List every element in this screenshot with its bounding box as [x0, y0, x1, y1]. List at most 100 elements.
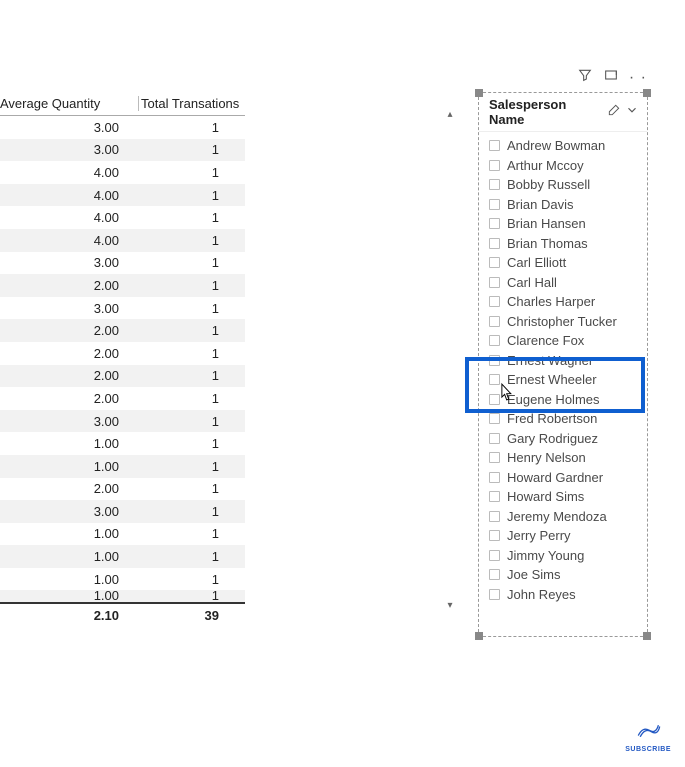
- slicer-item[interactable]: Christopher Tucker: [489, 312, 647, 332]
- slicer-item[interactable]: Jimmy Young: [489, 546, 647, 566]
- checkbox[interactable]: [489, 433, 500, 444]
- checkbox[interactable]: [489, 550, 500, 561]
- table-row[interactable]: 4.001: [0, 184, 245, 207]
- slicer-panel[interactable]: · · Salesperson Name Andrew BowmanArthur…: [478, 92, 648, 637]
- slicer-item-label: Andrew Bowman: [507, 138, 605, 153]
- table-row[interactable]: 2.001: [0, 365, 245, 388]
- table-totals: 2.10 39: [0, 602, 245, 626]
- checkbox[interactable]: [489, 238, 500, 249]
- checkbox[interactable]: [489, 569, 500, 580]
- table-row[interactable]: 4.001: [0, 229, 245, 252]
- column-header-avg-qty[interactable]: Average Quantity: [0, 96, 138, 111]
- cell-avg-qty: 3.00: [0, 120, 127, 135]
- slicer-item[interactable]: Carl Elliott: [489, 253, 647, 273]
- slicer-item[interactable]: Howard Sims: [489, 487, 647, 507]
- checkbox[interactable]: [489, 452, 500, 463]
- more-options-icon[interactable]: · ·: [629, 69, 647, 87]
- checkbox[interactable]: [489, 218, 500, 229]
- table-row[interactable]: 2.001: [0, 274, 245, 297]
- scrollbar[interactable]: ▴ ▾: [443, 108, 457, 613]
- table-row[interactable]: 1.001: [0, 545, 245, 568]
- checkbox[interactable]: [489, 335, 500, 346]
- cell-total-trans: 1: [127, 549, 225, 564]
- slicer-item[interactable]: Charles Harper: [489, 292, 647, 312]
- checkbox[interactable]: [489, 589, 500, 600]
- cell-avg-qty: 3.00: [0, 414, 127, 429]
- table-row[interactable]: 3.001: [0, 410, 245, 433]
- slicer-item[interactable]: Carl Hall: [489, 273, 647, 293]
- table-row[interactable]: 4.001: [0, 206, 245, 229]
- slicer-item[interactable]: Jerry Perry: [489, 526, 647, 546]
- subscribe-badge[interactable]: SUBSCRIBE: [625, 721, 671, 753]
- checkbox[interactable]: [489, 160, 500, 171]
- slicer-item-label: Joe Sims: [507, 567, 560, 582]
- table-header: Average Quantity Total Transations: [0, 96, 245, 116]
- cell-avg-qty: 2.00: [0, 391, 127, 406]
- slicer-item[interactable]: Clarence Fox: [489, 331, 647, 351]
- checkbox[interactable]: [489, 530, 500, 541]
- slicer-item-label: Arthur Mccoy: [507, 158, 584, 173]
- checkbox[interactable]: [489, 296, 500, 307]
- scroll-up-icon[interactable]: ▴: [443, 108, 457, 122]
- resize-handle[interactable]: [643, 89, 651, 97]
- table-row[interactable]: 1.001: [0, 432, 245, 455]
- eraser-icon[interactable]: [607, 103, 621, 122]
- table-row[interactable]: 1.001: [0, 590, 245, 602]
- checkbox[interactable]: [489, 257, 500, 268]
- focus-mode-icon[interactable]: [603, 67, 619, 88]
- slicer-item[interactable]: Eugene Holmes: [489, 390, 647, 410]
- resize-handle[interactable]: [475, 89, 483, 97]
- data-table: Average Quantity Total Transations 3.001…: [0, 96, 245, 626]
- checkbox[interactable]: [489, 316, 500, 327]
- chevron-down-icon[interactable]: [625, 103, 639, 122]
- slicer-item[interactable]: John Reyes: [489, 585, 647, 605]
- table-row[interactable]: 3.001: [0, 500, 245, 523]
- table-row[interactable]: 1.001: [0, 568, 245, 591]
- slicer-item[interactable]: Ernest Wagner: [489, 351, 647, 371]
- slicer-item[interactable]: Howard Gardner: [489, 468, 647, 488]
- table-row[interactable]: 2.001: [0, 342, 245, 365]
- slicer-item[interactable]: Brian Hansen: [489, 214, 647, 234]
- filter-icon[interactable]: [577, 67, 593, 88]
- checkbox[interactable]: [489, 491, 500, 502]
- cell-total-trans: 1: [127, 233, 225, 248]
- checkbox[interactable]: [489, 472, 500, 483]
- slicer-item[interactable]: Bobby Russell: [489, 175, 647, 195]
- table-row[interactable]: 1.001: [0, 523, 245, 546]
- table-row[interactable]: 2.001: [0, 387, 245, 410]
- slicer-item[interactable]: Andrew Bowman: [489, 136, 647, 156]
- slicer-item[interactable]: Henry Nelson: [489, 448, 647, 468]
- checkbox[interactable]: [489, 277, 500, 288]
- slicer-item[interactable]: Jeremy Mendoza: [489, 507, 647, 527]
- slicer-item-label: Bobby Russell: [507, 177, 590, 192]
- slicer-item[interactable]: Ernest Wheeler: [489, 370, 647, 390]
- table-row[interactable]: 2.001: [0, 319, 245, 342]
- table-row[interactable]: 3.001: [0, 139, 245, 162]
- table-row[interactable]: 3.001: [0, 252, 245, 275]
- table-row[interactable]: 2.001: [0, 478, 245, 501]
- checkbox[interactable]: [489, 355, 500, 366]
- table-row[interactable]: 1.001: [0, 455, 245, 478]
- slicer-item[interactable]: Gary Rodriguez: [489, 429, 647, 449]
- checkbox[interactable]: [489, 394, 500, 405]
- cell-avg-qty: 1.00: [0, 459, 127, 474]
- column-header-total-trans[interactable]: Total Transations: [138, 96, 245, 111]
- cell-total-trans: 1: [127, 391, 225, 406]
- slicer-item[interactable]: Brian Davis: [489, 195, 647, 215]
- checkbox[interactable]: [489, 140, 500, 151]
- slicer-item-label: Brian Davis: [507, 197, 573, 212]
- table-row[interactable]: 4.001: [0, 161, 245, 184]
- checkbox[interactable]: [489, 413, 500, 424]
- slicer-item[interactable]: Fred Robertson: [489, 409, 647, 429]
- checkbox[interactable]: [489, 179, 500, 190]
- checkbox[interactable]: [489, 374, 500, 385]
- slicer-item[interactable]: Joe Sims: [489, 565, 647, 585]
- table-row[interactable]: 3.001: [0, 116, 245, 139]
- scroll-down-icon[interactable]: ▾: [443, 599, 457, 613]
- table-row[interactable]: 3.001: [0, 297, 245, 320]
- slicer-item[interactable]: Arthur Mccoy: [489, 156, 647, 176]
- checkbox[interactable]: [489, 199, 500, 210]
- slicer-item[interactable]: Brian Thomas: [489, 234, 647, 254]
- checkbox[interactable]: [489, 511, 500, 522]
- visual-toolbar: · ·: [577, 67, 647, 88]
